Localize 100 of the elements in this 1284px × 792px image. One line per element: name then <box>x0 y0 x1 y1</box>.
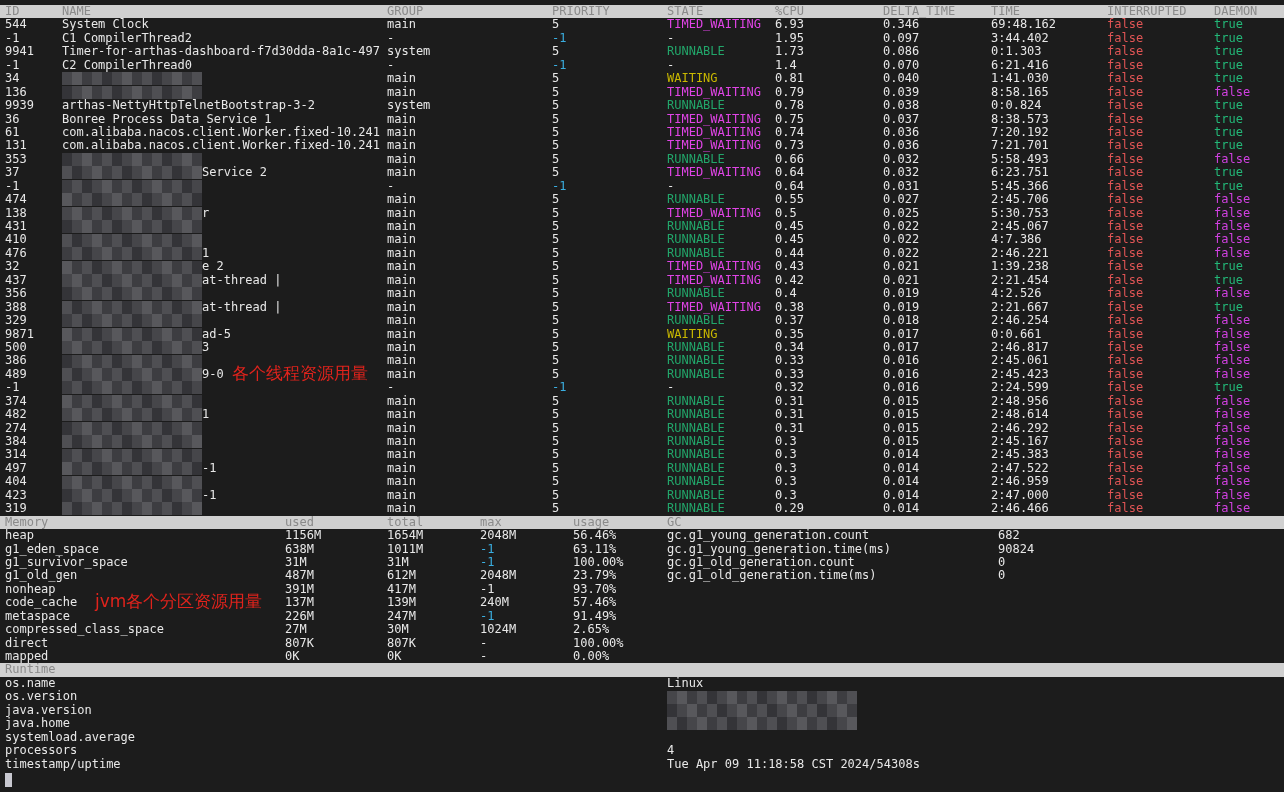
thread-group: system <box>387 99 431 113</box>
interrupted-value: false <box>1107 166 1144 180</box>
runtime-key: os.version <box>5 690 78 704</box>
cpu-value: 0.4 <box>775 287 797 301</box>
column-header: GC <box>666 515 683 529</box>
thread-name: C2 CompilerThread0 <box>62 58 193 73</box>
thread-group: main <box>387 206 416 220</box>
daemon-value: true <box>1214 58 1243 73</box>
thread-group: main <box>387 475 416 489</box>
interrupted-value: false <box>1107 179 1144 193</box>
cpu-value: 0.3 <box>775 475 797 489</box>
thread-group: main <box>387 300 416 315</box>
gc-metric: gc.g1_old_generation.count <box>667 555 855 570</box>
interrupted-value: false <box>1107 125 1144 139</box>
thread-state: - <box>667 31 675 46</box>
thread-state: RUNNABLE <box>667 435 725 449</box>
thread-time: 2:47.522 <box>991 461 1049 476</box>
delta-time: 0.015 <box>883 394 920 409</box>
memory-used: 0K <box>285 650 300 664</box>
delta-time: 0.019 <box>883 287 920 301</box>
memory-max: 240M <box>480 596 509 610</box>
thread-name: 1 <box>202 246 210 261</box>
interrupted-value: false <box>1107 246 1144 260</box>
thread-state: RUNNABLE <box>667 45 725 59</box>
thread-group: main <box>387 246 416 261</box>
thread-name: System Clock <box>62 18 149 32</box>
thread-id: 437 <box>5 273 27 288</box>
thread-time: 2:47.000 <box>991 488 1049 503</box>
thread-name: com.alibaba.nacos.client.Worker.fixed-10.241 <box>62 139 380 153</box>
cpu-value: 0.32 <box>775 381 804 395</box>
thread-name: r <box>202 206 210 221</box>
thread-id: 388 <box>5 300 27 315</box>
thread-group: main <box>387 488 416 503</box>
delta-time: 0.070 <box>883 58 920 73</box>
gc-value: 682 <box>998 529 1020 543</box>
interrupted-value: false <box>1107 287 1144 301</box>
thread-state: TIMED_WAITING <box>667 112 761 126</box>
thread-priority: -1 <box>552 58 567 73</box>
thread-priority: 5 <box>552 193 560 207</box>
column-header: INTERRUPTED <box>1106 5 1188 18</box>
daemon-value: false <box>1214 367 1251 382</box>
thread-state: RUNNABLE <box>667 408 725 422</box>
interrupted-value: false <box>1107 354 1144 368</box>
thread-group: main <box>387 435 416 449</box>
delta-time: 0.017 <box>883 340 920 355</box>
daemon-value: false <box>1214 327 1251 341</box>
daemon-value: false <box>1214 461 1251 475</box>
thread-state: RUNNABLE <box>667 99 725 113</box>
thread-state: TIMED_WAITING <box>667 206 761 220</box>
delta-time: 0.015 <box>883 408 920 422</box>
delta-time: 0.037 <box>883 112 920 126</box>
thread-priority: 5 <box>552 367 560 382</box>
cpu-value: 0.78 <box>775 99 804 113</box>
thread-priority: 5 <box>552 85 560 100</box>
thread-id: 36 <box>5 112 20 126</box>
daemon-value: true <box>1214 139 1243 153</box>
thread-group: main <box>387 287 416 301</box>
interrupted-value: false <box>1107 314 1144 328</box>
thread-name: Timer-for-arthas-dashboard-f7d30dda-8a1c-497 <box>62 45 380 59</box>
thread-priority: 5 <box>552 260 560 274</box>
thread-id: 9871 <box>5 327 34 341</box>
thread-priority: 5 <box>552 408 560 422</box>
thread-time: 4:7.386 <box>991 233 1042 247</box>
thread-state: RUNNABLE <box>667 502 725 516</box>
interrupted-value: false <box>1107 58 1144 72</box>
daemon-value: true <box>1214 45 1243 59</box>
memory-usage: 56.46% <box>573 529 617 543</box>
thread-priority: 5 <box>552 112 560 126</box>
cpu-value: 0.45 <box>775 233 804 247</box>
daemon-value: false <box>1214 502 1251 516</box>
thread-priority: 5 <box>552 461 560 476</box>
memory-max: -1 <box>480 609 495 624</box>
thread-time: 2:24.599 <box>991 381 1049 395</box>
thread-time: 8:58.165 <box>991 85 1049 100</box>
thread-state: RUNNABLE <box>667 367 725 382</box>
thread-time: 4:2.526 <box>991 287 1042 301</box>
thread-name: at-thread | <box>202 273 282 288</box>
thread-time: 5:30.753 <box>991 206 1049 220</box>
thread-time: 2:46.221 <box>991 246 1049 261</box>
memory-max: 1024M <box>480 623 517 637</box>
thread-group: main <box>387 193 416 207</box>
cpu-value: 0.3 <box>775 488 797 503</box>
thread-time: 7:20.192 <box>991 125 1049 140</box>
daemon-value: false <box>1214 354 1251 368</box>
thread-name: 9-0 <box>202 367 224 382</box>
thread-id: 274 <box>5 421 27 435</box>
interrupted-value: false <box>1107 260 1144 274</box>
thread-priority: 5 <box>552 273 560 288</box>
cpu-value: 0.64 <box>775 179 804 194</box>
thread-time: 69:48.162 <box>991 18 1057 32</box>
thread-id: 544 <box>5 18 27 32</box>
memory-pool: compressed_class_space <box>5 623 164 637</box>
thread-priority: -1 <box>552 179 567 194</box>
thread-time: 2:46.292 <box>991 421 1049 435</box>
daemon-value: false <box>1214 421 1251 435</box>
delta-time: 0.014 <box>883 502 920 516</box>
thread-time: 0:0.824 <box>991 99 1042 113</box>
thread-priority: 5 <box>552 139 560 153</box>
delta-time: 0.032 <box>883 166 920 180</box>
thread-name: com.alibaba.nacos.client.Worker.fixed-10.241 <box>62 125 380 139</box>
